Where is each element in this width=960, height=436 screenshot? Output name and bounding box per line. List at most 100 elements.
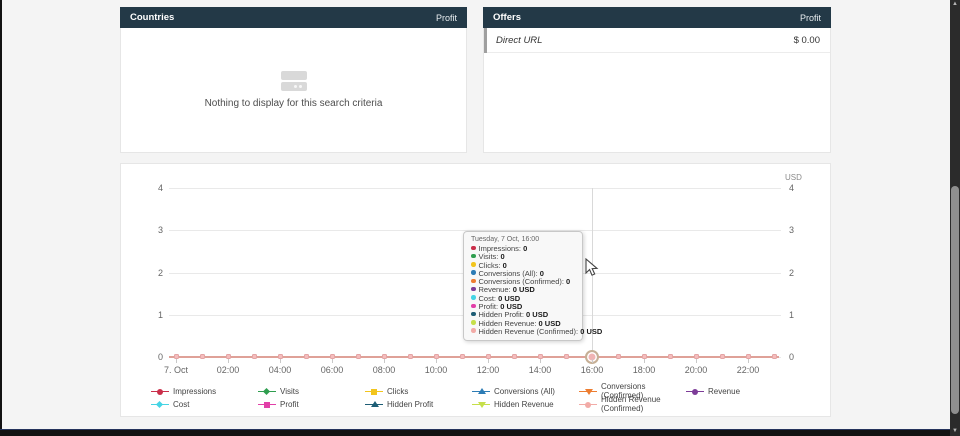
legend-item[interactable]: Hidden Revenue (Confirmed) [579,399,686,409]
legend-label: Profit [280,400,299,409]
chart-tooltip: Tuesday, 7 Oct, 16:00 Impressions: 0Visi… [463,231,583,341]
legend-marker-icon [365,400,383,409]
x-axis-label: 7. Oct [156,365,196,375]
x-axis-label: 22:00 [728,365,768,375]
offer-row-direct-url[interactable]: Direct URL $ 0.00 [484,28,830,53]
x-axis-tick [176,359,177,363]
legend-item[interactable]: Visits [258,386,365,396]
legend-label: Impressions [173,387,216,396]
tooltip-series-bullet [471,279,476,284]
window-bottom-bar [0,429,950,436]
tooltip-series-bullet [471,262,476,267]
x-axis-label: 08:00 [364,365,404,375]
legend-item[interactable]: Cost [151,399,258,409]
vertical-scrollbar[interactable]: ▲ ▼ [950,0,960,436]
gridline [169,188,781,189]
chart-legend: Impressions Visits Clicks Conversions (All)… [151,386,793,409]
legend-item[interactable]: Conversions (All) [472,386,579,396]
legend-marker-icon [258,387,276,396]
y-axis-label-left: 0 [141,352,163,362]
offers-panel-title: Offers [493,12,521,23]
legend-label: Cost [173,400,189,409]
timeline-chart-panel: USD 4433221100 7. Oct02:0004:0006:0008:0… [120,163,831,417]
x-axis-tick [748,359,749,363]
data-point-marker [512,354,517,359]
x-axis-tick [592,359,593,363]
legend-marker-icon [151,387,169,396]
y-axis-label-right: 3 [789,225,811,235]
mouse-cursor-icon [585,258,599,278]
x-axis-tick [384,359,385,363]
legend-item[interactable]: Impressions [151,386,258,396]
y-axis-label-right: 0 [789,352,811,362]
x-axis-label: 02:00 [208,365,248,375]
scrollbar-down-arrow-icon[interactable]: ▼ [950,427,960,436]
x-axis-tick [280,359,281,363]
x-axis-tick [540,359,541,363]
y-axis-label-left: 2 [141,268,163,278]
legend-marker-icon [258,400,276,409]
y-axis-label-left: 4 [141,183,163,193]
tooltip-series-bullet [471,304,476,309]
x-axis-label: 06:00 [312,365,352,375]
legend-label: Hidden Revenue [494,400,554,409]
y-axis-label-right: 4 [789,183,811,193]
legend-marker-icon [151,400,169,409]
series-line-zero [169,356,779,358]
countries-panel: Countries Profit Nothing to display for … [120,7,467,153]
tooltip-series-bullet [471,270,476,275]
offers-panel-header: Offers Profit [483,7,831,28]
legend-item[interactable]: Hidden Profit [365,399,472,409]
x-axis-label: 04:00 [260,365,300,375]
countries-panel-title: Countries [130,12,174,23]
x-axis-tick [644,359,645,363]
legend-item[interactable]: Hidden Revenue [472,399,579,409]
y-axis-label-right: 1 [789,310,811,320]
tooltip-series-bullet [471,295,476,300]
scrollbar-up-arrow-icon[interactable]: ▲ [950,0,960,9]
offer-profit-value: $ 0.00 [794,35,820,46]
x-axis-tick [488,359,489,363]
legend-label: Hidden Profit [387,400,433,409]
countries-empty-state: Nothing to display for this search crite… [121,28,466,152]
data-point-marker [720,354,725,359]
legend-item[interactable]: Clicks [365,386,472,396]
countries-metric-label: Profit [436,13,457,23]
offers-panel: Offers Profit Direct URL $ 0.00 [483,7,831,153]
x-axis-label: 18:00 [624,365,664,375]
scrollbar-thumb[interactable] [951,186,959,414]
y-axis-label-left: 3 [141,225,163,235]
data-point-marker [252,354,257,359]
offer-name: Direct URL [496,35,542,46]
legend-item[interactable]: Profit [258,399,365,409]
legend-label: Clicks [387,387,408,396]
data-point-marker [356,354,361,359]
legend-item[interactable]: Revenue [686,386,793,396]
legend-marker-icon [365,387,383,396]
x-axis-label: 12:00 [468,365,508,375]
tooltip-series-bullet [471,254,476,259]
x-axis-label: 16:00 [572,365,612,375]
legend-label: Hidden Revenue (Confirmed) [601,395,686,413]
x-axis-label: 20:00 [676,365,716,375]
x-axis-tick [228,359,229,363]
legend-marker-icon [472,387,490,396]
x-axis-label: 10:00 [416,365,456,375]
tooltip-series-bullet [471,328,476,333]
tooltip-series-bullet [471,287,476,292]
tooltip-series-bullet [471,320,476,325]
x-axis-tick [332,359,333,363]
data-point-marker [668,354,673,359]
x-axis-tick [436,359,437,363]
legend-marker-icon [686,387,704,396]
data-point-marker [408,354,413,359]
y-axis-unit-label: USD [785,173,802,182]
data-point-marker [460,354,465,359]
empty-state-stack-icon [281,71,307,91]
tooltip-series-bullet [471,246,476,251]
data-point-marker [200,354,205,359]
legend-label: Revenue [708,387,740,396]
row-accent-bar [484,28,487,53]
offers-metric-label: Profit [800,13,821,23]
data-point-marker [304,354,309,359]
